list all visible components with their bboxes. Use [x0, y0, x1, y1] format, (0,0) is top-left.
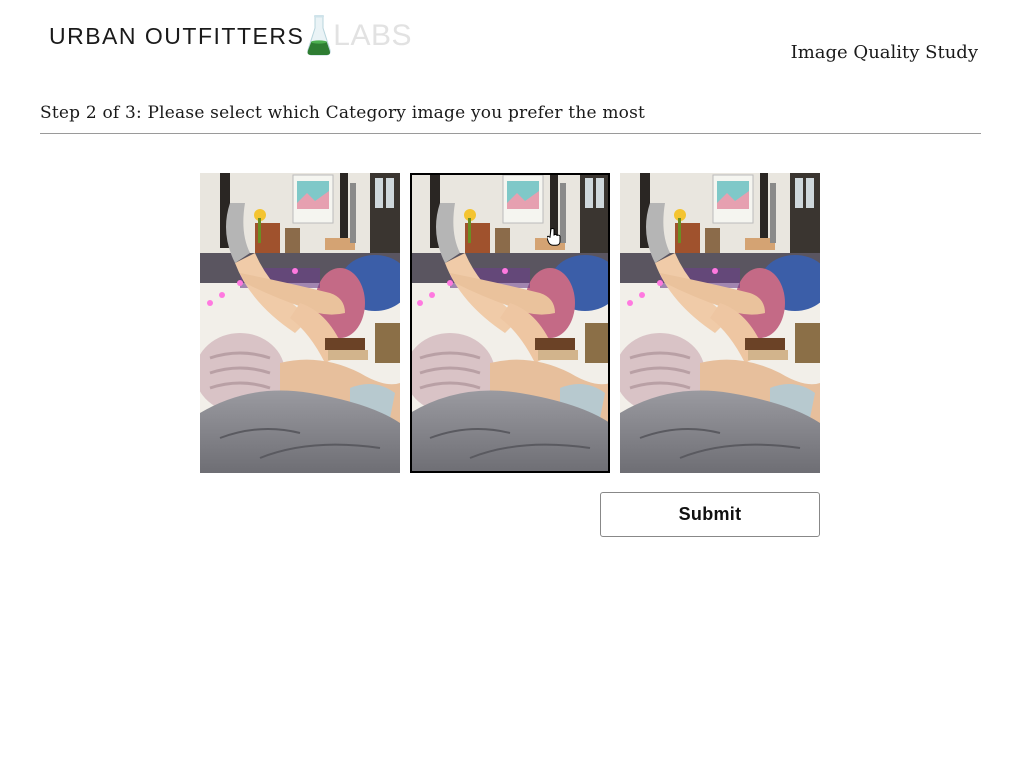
hand-cursor-icon	[547, 228, 561, 246]
logo-wordmark: URBAN OUTFITTERS	[49, 23, 305, 49]
category-image-1	[200, 173, 400, 473]
study-title: Image Quality Study	[790, 42, 978, 63]
logo-labs: LABS	[333, 19, 412, 52]
image-option-2[interactable]	[410, 173, 610, 473]
site-logo[interactable]: URBAN OUTFITTERS LABS	[49, 14, 412, 56]
flask-icon	[307, 15, 331, 56]
step-heading: Step 2 of 3: Please select which Categor…	[40, 103, 646, 123]
image-options	[200, 173, 820, 473]
divider	[40, 133, 981, 134]
category-image-2	[410, 173, 610, 473]
image-option-1[interactable]	[200, 173, 400, 473]
category-image-3	[620, 173, 820, 473]
image-option-3[interactable]	[620, 173, 820, 473]
submit-button[interactable]: Submit	[600, 492, 820, 537]
